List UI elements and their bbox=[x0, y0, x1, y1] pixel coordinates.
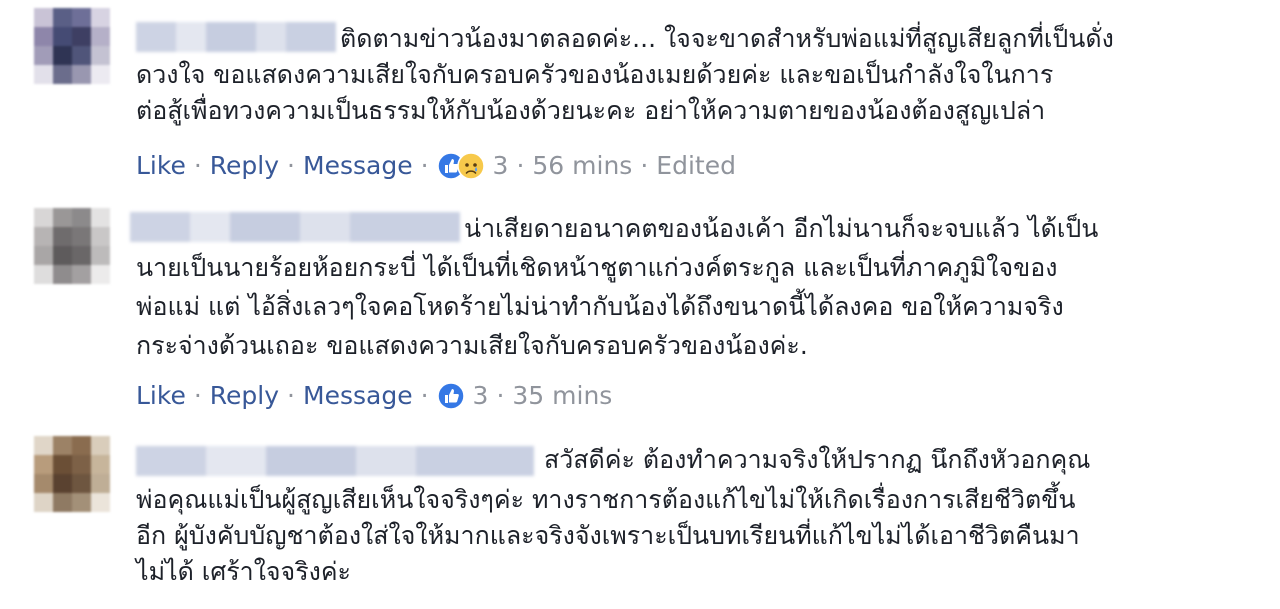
comment-text: สวัสดีค่ะ ต้องทำความจริงให้ปรากฏ นึกถึงห… bbox=[544, 442, 1280, 478]
comment-text: ติดตามข่าวน้องมาตลอดค่ะ... ใจจะขาดสำหรับ… bbox=[340, 21, 1280, 57]
reaction-count[interactable]: 3 bbox=[493, 148, 509, 184]
comment-line: กระจ่างด้วนเถอะ ขอแสดงความเสียใจกับครอบค… bbox=[136, 331, 808, 360]
reply-link[interactable]: Reply bbox=[210, 378, 279, 414]
avatar[interactable] bbox=[34, 8, 110, 84]
commenter-name[interactable] bbox=[136, 22, 336, 52]
separator: · bbox=[496, 381, 505, 410]
sad-icon bbox=[456, 152, 485, 180]
reactions[interactable] bbox=[436, 382, 465, 410]
edited-label[interactable]: Edited bbox=[656, 148, 736, 184]
separator: · bbox=[420, 381, 429, 410]
separator: · bbox=[420, 151, 429, 180]
reactions[interactable] bbox=[436, 152, 485, 180]
separator: · bbox=[640, 151, 649, 180]
comment-line: น่าเสียดายอนาคตของน้องเค้า อีกไม่นานก็จะ… bbox=[464, 214, 1099, 243]
comment-text-cont: นายเป็นนายร้อยห้อยกระบี่ ได้เป็นที่เชิดห… bbox=[136, 250, 1256, 367]
separator: · bbox=[193, 151, 202, 180]
avatar[interactable] bbox=[34, 208, 110, 284]
separator: · bbox=[287, 381, 295, 410]
timestamp[interactable]: 56 mins bbox=[532, 148, 632, 184]
comment-line: ดวงใจ ขอแสดงความเสียใจกับครอบครัวของน้อง… bbox=[136, 60, 1054, 89]
comment-line: ต่อสู้เพื่อทวงความเป็นธรรมให้กับน้องด้วย… bbox=[136, 96, 1046, 125]
avatar[interactable] bbox=[34, 436, 110, 512]
commenter-name[interactable] bbox=[130, 212, 460, 242]
separator: · bbox=[193, 381, 202, 410]
like-link[interactable]: Like bbox=[136, 148, 186, 184]
comment-line: พ่อแม่ แต่ ไอ้สิ่งเลวๆใจคอโหดร้ายไม่น่าท… bbox=[136, 292, 1064, 321]
commenter-name[interactable] bbox=[136, 446, 534, 476]
separator: · bbox=[287, 151, 295, 180]
message-link[interactable]: Message bbox=[303, 148, 413, 184]
reply-link[interactable]: Reply bbox=[210, 148, 279, 184]
comment-actions: Like · Reply · Message · 3 · 56 mins · E… bbox=[136, 148, 736, 184]
timestamp[interactable]: 35 mins bbox=[512, 378, 612, 414]
comment-line: สวัสดีค่ะ ต้องทำความจริงให้ปรากฏ นึกถึงห… bbox=[544, 445, 1091, 474]
comment-line: พ่อคุณแม่เป็นผู้สูญเสียเห็นใจจริงๆค่ะ ทา… bbox=[136, 485, 1076, 514]
comment-line: อีก ผู้บังคับบัญชาต้องใส่ใจให้มากและจริง… bbox=[136, 521, 1080, 550]
like-icon bbox=[436, 382, 465, 410]
message-link[interactable]: Message bbox=[303, 378, 413, 414]
comment-line: ไม่ได้ เศร้าใจจริงค่ะ bbox=[136, 557, 351, 586]
like-link[interactable]: Like bbox=[136, 378, 186, 414]
comment-actions: Like · Reply · Message · 3 · 35 mins bbox=[136, 378, 612, 414]
comment-text: น่าเสียดายอนาคตของน้องเค้า อีกไม่นานก็จะ… bbox=[464, 211, 1280, 247]
reaction-count[interactable]: 3 bbox=[473, 378, 489, 414]
comment-text-cont: ดวงใจ ขอแสดงความเสียใจกับครอบครัวของน้อง… bbox=[136, 57, 1256, 129]
comment-text-cont: พ่อคุณแม่เป็นผู้สูญเสียเห็นใจจริงๆค่ะ ทา… bbox=[136, 482, 1256, 590]
separator: · bbox=[516, 151, 525, 180]
comment-line: นายเป็นนายร้อยห้อยกระบี่ ได้เป็นที่เชิดห… bbox=[136, 253, 1058, 282]
comment-line: ติดตามข่าวน้องมาตลอดค่ะ... ใจจะขาดสำหรับ… bbox=[340, 24, 1114, 53]
